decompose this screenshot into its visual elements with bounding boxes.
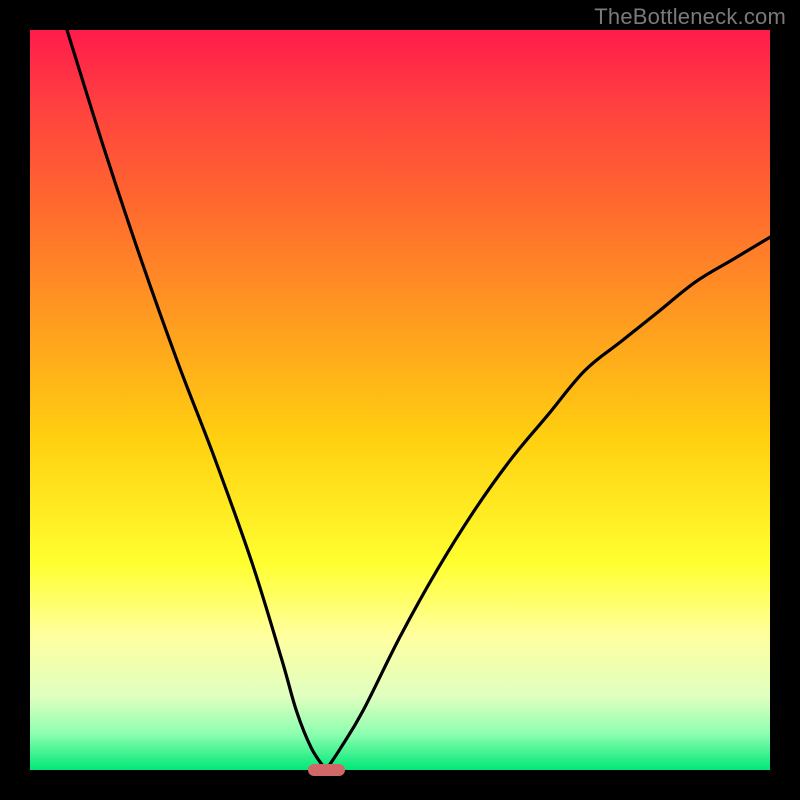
curve-right-branch bbox=[326, 237, 770, 770]
plot-area bbox=[30, 30, 770, 770]
bottleneck-curve bbox=[30, 30, 770, 770]
curve-left-branch bbox=[67, 30, 326, 770]
chart-frame: TheBottleneck.com bbox=[0, 0, 800, 800]
watermark-text: TheBottleneck.com bbox=[594, 4, 786, 30]
vertex-marker bbox=[308, 764, 345, 776]
